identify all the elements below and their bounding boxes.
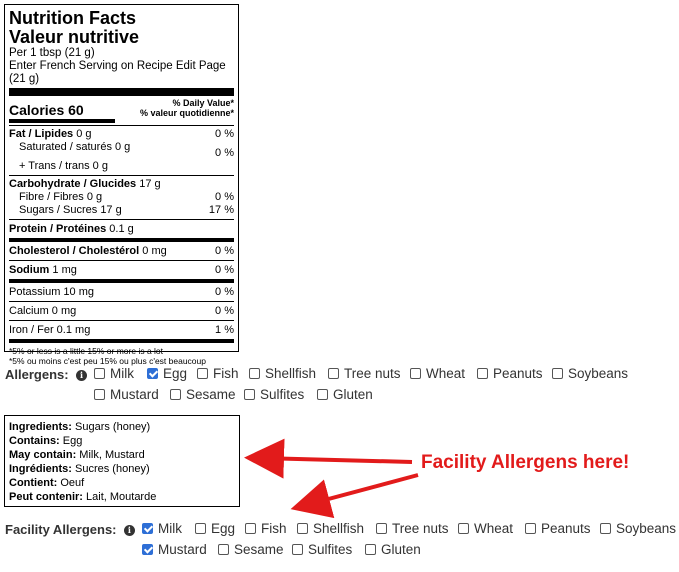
checkbox-label: Gluten [381, 542, 421, 557]
checkbox[interactable] [218, 544, 229, 555]
arrow-to-statement [244, 438, 413, 479]
facility-checkbox-sesame[interactable]: Sesame [218, 542, 284, 557]
checkbox[interactable] [292, 544, 303, 555]
checkbox[interactable] [245, 523, 256, 534]
checkbox[interactable] [297, 523, 308, 534]
checkbox[interactable] [142, 544, 153, 555]
arrow-to-facility [290, 473, 419, 519]
checkbox[interactable] [376, 523, 387, 534]
facility-checkbox-fish[interactable]: Fish [245, 521, 287, 536]
checkbox-label: Milk [158, 521, 182, 536]
checkbox-label: Sulfites [308, 542, 353, 557]
facility-checkbox-tree-nuts[interactable]: Tree nuts [376, 521, 449, 536]
checkbox[interactable] [365, 544, 376, 555]
checkbox-label: Soybeans [616, 521, 677, 536]
checkbox[interactable] [525, 523, 536, 534]
callout-arrows [244, 438, 419, 519]
checkbox-label: Egg [211, 521, 236, 536]
checkbox-label: Peanuts [541, 521, 591, 536]
checkbox-label: Fish [261, 521, 287, 536]
checkbox[interactable] [600, 523, 611, 534]
checkbox-label: Wheat [474, 521, 514, 536]
facility-checkbox-sulfites[interactable]: Sulfites [292, 542, 352, 557]
facility-checkbox-milk[interactable]: Milk [142, 521, 182, 536]
checkbox[interactable] [142, 523, 153, 534]
info-icon[interactable]: i [123, 525, 135, 536]
callout-text: Facility Allergens here! [421, 452, 630, 473]
checkbox[interactable] [458, 523, 469, 534]
facility-checkbox-egg[interactable]: Egg [195, 521, 235, 536]
facility-checkbox-gluten[interactable]: Gluten [365, 542, 421, 557]
checkbox[interactable] [195, 523, 206, 534]
checkbox-label: Shellfish [313, 521, 365, 536]
facility-checkbox-peanuts[interactable]: Peanuts [525, 521, 591, 536]
checkbox-label: Mustard [158, 542, 207, 557]
facility-checkbox-mustard[interactable]: Mustard [142, 542, 207, 557]
facility-checkbox-soybeans[interactable]: Soybeans [600, 521, 676, 536]
checkbox-label: Tree nuts [392, 521, 449, 536]
facility-checkbox-wheat[interactable]: Wheat [458, 521, 513, 536]
facility-checkbox-shellfish[interactable]: Shellfish [297, 521, 364, 536]
facility-allergens-label: Facility Allergens: [5, 522, 117, 537]
facility-label-group: Facility Allergens: i [5, 521, 135, 539]
checkbox-label: Sesame [234, 542, 284, 557]
